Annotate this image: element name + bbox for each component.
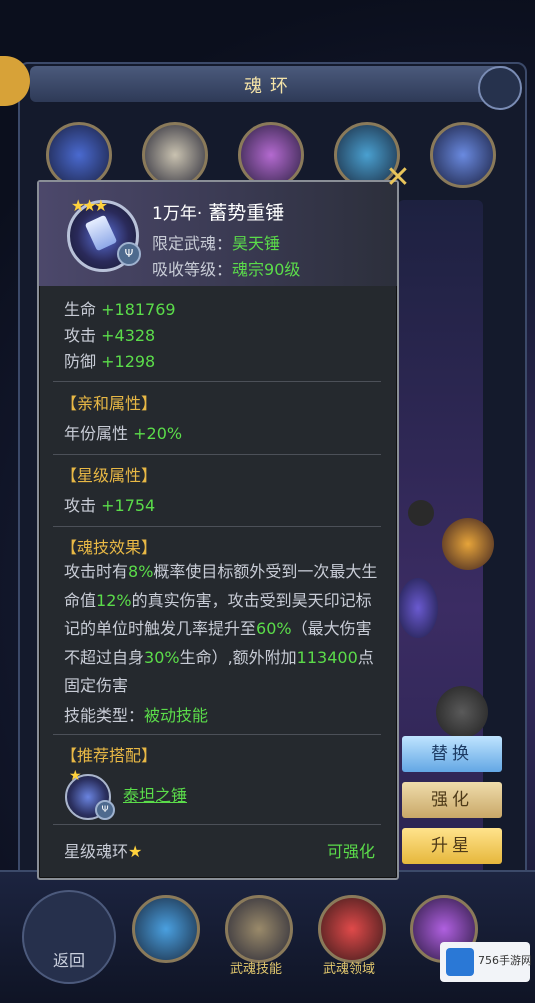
- trident-emblem-icon: Ψ: [117, 242, 141, 266]
- slot-label: 武魂技能: [229, 962, 282, 977]
- star-ring-label: 星级魂环: [64, 842, 129, 861]
- ring-node[interactable]: [442, 518, 494, 570]
- watermark-logo-icon: [446, 948, 474, 976]
- stat-value: +4328: [101, 326, 156, 345]
- panel-header: ★★★ Ψ 1万年· 蓄势重锤 限定武魂：昊天锤 吸收等级：魂宗90级: [39, 182, 397, 286]
- window-title: 魂环: [244, 76, 296, 97]
- ring-node[interactable]: [436, 686, 488, 738]
- ring-node: [408, 500, 434, 526]
- skill-value: 30%: [144, 647, 180, 667]
- star-ring-status: 星级魂环★: [64, 838, 142, 862]
- skill-value: 12%: [96, 590, 132, 610]
- enhance-button[interactable]: 强化: [402, 782, 502, 818]
- star-attr-value: +1754: [101, 496, 156, 515]
- soul-ring-slot[interactable]: [238, 122, 304, 188]
- soul-ring-slot[interactable]: [142, 122, 208, 188]
- skill-text: 攻击时有: [64, 562, 129, 581]
- limit-label: 限定武魂：: [152, 234, 233, 253]
- soul-ring-detail-panel: ★★★ Ψ 1万年· 蓄势重锤 限定武魂：昊天锤 吸收等级：魂宗90级 生命 +…: [37, 180, 399, 880]
- stat-value: +1298: [101, 352, 156, 371]
- ring-age: 1万年·: [152, 204, 203, 224]
- hammer-icon: [84, 214, 118, 252]
- absorb-row: 吸收等级：魂宗90级: [152, 256, 300, 280]
- affinity-label: 年份属性: [64, 424, 129, 443]
- skill-type-row: 技能类型：被动技能: [64, 702, 208, 726]
- affinity-value: +20%: [133, 424, 183, 443]
- star-attr-header: 【星级属性】: [61, 466, 158, 485]
- stat-label: 攻击: [64, 326, 97, 345]
- stat-value: +181769: [101, 300, 176, 319]
- window-corner-icon[interactable]: [478, 66, 522, 110]
- skill-type-value: 被动技能: [144, 706, 209, 725]
- ring-name: 蓄势重锤: [208, 202, 285, 224]
- skill-value: 113400: [296, 647, 358, 667]
- divider: [53, 734, 381, 735]
- skill-value: 60%: [256, 619, 292, 638]
- skill-value: 8%: [128, 562, 154, 581]
- skill-description: 攻击时有8%概率使目标额外受到一次最大生命值12%的真实伤害，攻击受到昊天印记标…: [64, 558, 384, 701]
- back-button[interactable]: 返回: [22, 890, 116, 984]
- divider: [53, 381, 381, 382]
- star-attr-row: 攻击 +1754: [64, 492, 155, 516]
- window-titlebar: 魂环: [30, 66, 510, 102]
- divider: [53, 454, 381, 455]
- slot-label: 武魂领域: [322, 962, 375, 977]
- stat-row: 防御 +1298: [64, 348, 155, 372]
- star-rating-icon: ★★★: [71, 196, 108, 215]
- star-icon: ★: [69, 768, 82, 784]
- replace-button[interactable]: 替换: [402, 736, 502, 772]
- stat-label: 生命: [64, 300, 97, 319]
- ring-title: 1万年· 蓄势重锤: [152, 198, 284, 225]
- divider: [53, 824, 381, 825]
- watermark-text: 756手游网: [478, 954, 532, 967]
- skill-text: 生命）,额外附加: [179, 647, 297, 667]
- affinity-header: 【亲和属性】: [61, 394, 158, 413]
- back-label: 返回: [52, 951, 85, 970]
- close-icon[interactable]: ✕: [383, 163, 413, 193]
- absorb-label: 吸收等级：: [152, 260, 233, 279]
- soul-ring-slot[interactable]: [46, 122, 112, 188]
- upstar-button[interactable]: 升星: [402, 828, 502, 864]
- bottom-slot[interactable]: [318, 895, 386, 963]
- divider: [53, 526, 381, 527]
- stat-label: 防御: [64, 352, 97, 371]
- stat-row: 生命 +181769: [64, 296, 176, 320]
- limit-value: 昊天锤: [232, 234, 281, 253]
- bottom-slot[interactable]: [225, 895, 293, 963]
- star-attr-label: 攻击: [64, 496, 97, 515]
- ring-node[interactable]: [398, 578, 438, 638]
- stat-row: 攻击 +4328: [64, 322, 155, 346]
- limit-row: 限定武魂：昊天锤: [152, 230, 280, 254]
- can-enhance-label: 可强化: [326, 842, 375, 861]
- star-icon: ★: [128, 842, 143, 861]
- trident-emblem-icon: Ψ: [95, 800, 115, 820]
- soul-ring-slot[interactable]: [430, 122, 496, 188]
- bottom-slot[interactable]: [132, 895, 200, 963]
- absorb-value: 魂宗90级: [232, 260, 301, 279]
- recommend-header: 【推荐搭配】: [61, 746, 158, 765]
- watermark: 756手游网: [440, 942, 532, 982]
- recommend-item-link[interactable]: 泰坦之锤: [123, 782, 187, 806]
- skill-type-label: 技能类型：: [64, 706, 145, 725]
- affinity-row: 年份属性 +20%: [64, 420, 182, 444]
- skill-header: 【魂技效果】: [61, 538, 158, 557]
